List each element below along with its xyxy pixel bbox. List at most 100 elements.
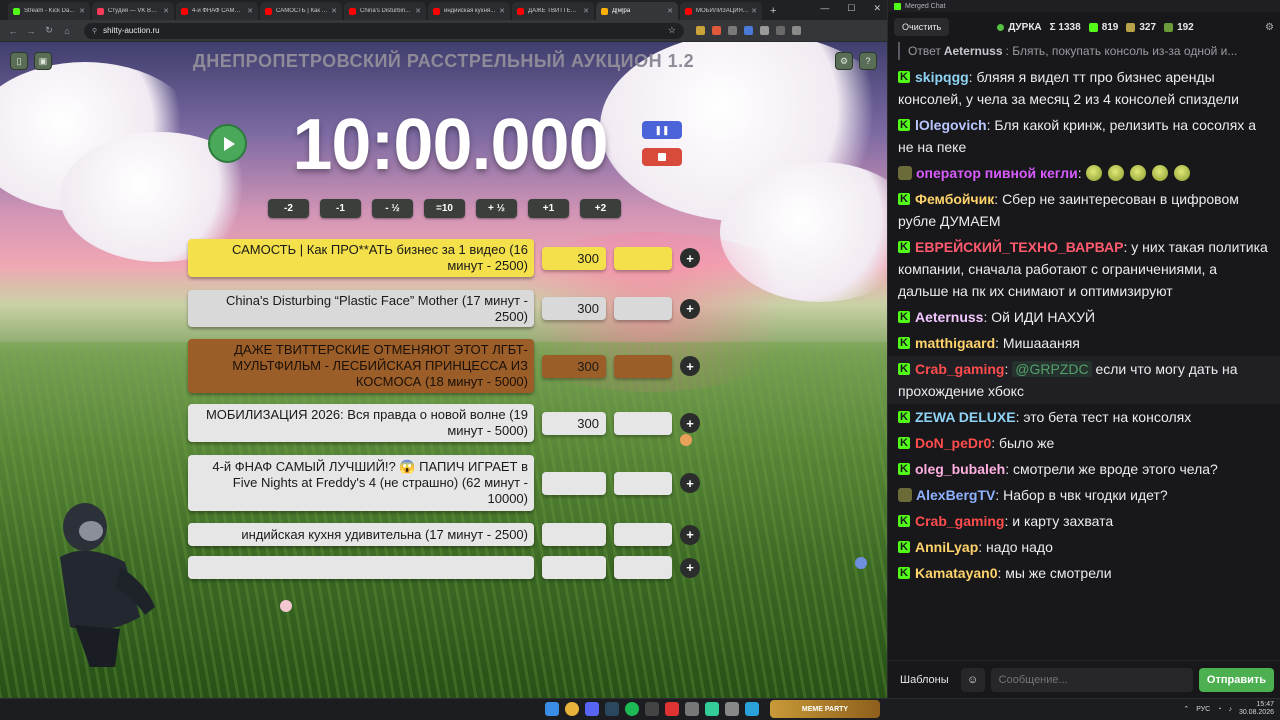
chat-username[interactable]: AnniLyap (915, 539, 978, 555)
tab-close-icon[interactable]: ✕ (163, 7, 169, 15)
lot-name[interactable]: САМОСТЬ | Как ПРО**АТЬ бизнес за 1 видео… (188, 239, 534, 277)
chat-username[interactable]: oleg_bubaleh (915, 461, 1005, 477)
lot-amount-input[interactable]: 300 (542, 297, 606, 320)
extension-icon[interactable] (696, 26, 705, 35)
lot-name[interactable]: ДАЖЕ ТВИТТЕРСКИЕ ОТМЕНЯЮТ ЭТОТ ЛГБТ-МУЛЬ… (188, 339, 534, 393)
lot-add-amount-input[interactable] (614, 411, 672, 435)
lot-name[interactable]: China's Disturbing “Plastic Face” Mother… (188, 290, 534, 327)
timer-adjust-button[interactable]: =10 (424, 199, 465, 218)
pause-button[interactable]: ❚❚ (642, 121, 682, 139)
downloads-icon[interactable] (776, 26, 785, 35)
site-info-icon[interactable]: ⚲ (92, 27, 97, 35)
tab-close-icon[interactable]: ✕ (247, 7, 253, 15)
lot-amount-input[interactable]: 300 (542, 354, 606, 378)
lot-add-amount-input[interactable] (614, 523, 672, 546)
lot-amount-input[interactable]: 300 (542, 246, 606, 270)
timer-adjust-button[interactable]: - ½ (372, 199, 413, 218)
lot-add-amount-input[interactable] (614, 471, 672, 495)
spotify-icon[interactable] (625, 702, 639, 716)
lot-amount-input[interactable]: 300 (542, 411, 606, 435)
timer-adjust-button[interactable]: + ½ (476, 199, 517, 218)
lot-plus-button[interactable]: + (680, 524, 700, 545)
browser-tab[interactable]: МОБИЛИЗАЦИЯ... ✕ (680, 2, 762, 20)
lot-plus-button[interactable]: + (680, 413, 700, 433)
chat-mention[interactable]: @GRPZDC (1012, 361, 1092, 377)
tab-close-icon[interactable]: ✕ (499, 7, 505, 15)
browser-tab[interactable]: Stream - Kick Da... ✕ (8, 2, 90, 20)
lot-add-amount-input[interactable] (614, 246, 672, 270)
timer-adjust-button[interactable]: -1 (320, 199, 361, 218)
chat-username[interactable]: AlexBergTV (916, 487, 995, 503)
bookmark-star-icon[interactable]: ☆ (668, 25, 676, 36)
lot-plus-button[interactable]: + (680, 356, 700, 376)
lot-name[interactable]: индийская кухня удивительна (17 минут - … (188, 523, 534, 546)
lot-amount-input[interactable] (542, 556, 606, 579)
lot-add-amount-input[interactable] (614, 297, 672, 320)
chat-username[interactable]: Aeternuss (915, 309, 983, 325)
chat-username[interactable]: ZEWA DELUXE (915, 409, 1016, 425)
address-bar[interactable]: ⚲ shitty-auction.ru ☆ (84, 22, 684, 39)
lot-plus-button[interactable]: + (680, 298, 700, 319)
reload-icon[interactable]: ↻ (42, 25, 56, 36)
browser-tab[interactable]: ДАЖЕ ТВИТТЕРС... ✕ (512, 2, 594, 20)
send-button[interactable]: Отправить (1198, 667, 1274, 692)
emoji-icon[interactable]: ☺ (960, 667, 985, 692)
chat-username[interactable]: оператор пивной кегли (916, 165, 1078, 181)
app-icon[interactable] (725, 702, 739, 716)
tab-close-icon[interactable]: ✕ (583, 7, 589, 15)
tab-close-icon[interactable]: ✕ (667, 7, 673, 15)
lot-add-amount-input[interactable] (614, 556, 672, 579)
extension-icon[interactable] (760, 26, 769, 35)
obs-icon[interactable] (645, 702, 659, 716)
discord-icon[interactable] (585, 702, 599, 716)
lot-name[interactable] (188, 556, 534, 579)
language-indicator[interactable]: РУС (1196, 706, 1210, 713)
lot-plus-button[interactable]: + (680, 557, 700, 578)
maximize-icon[interactable]: ☐ (847, 3, 855, 14)
browser-tab[interactable]: Студия — VK Вид... ✕ (92, 2, 174, 20)
lot-name[interactable]: МОБИЛИЗАЦИЯ 2026: Вся правда о новой вол… (188, 404, 534, 442)
app-icon[interactable] (685, 702, 699, 716)
stop-button[interactable] (642, 148, 682, 166)
browser-tab[interactable]: Д[м]ра ✕ (596, 2, 678, 20)
chat-username[interactable]: Crab_gaming (915, 361, 1004, 377)
tab-close-icon[interactable]: ✕ (751, 7, 757, 15)
start-icon[interactable] (545, 702, 559, 716)
lot-amount-input[interactable] (542, 523, 606, 546)
tray-expand-icon[interactable]: ⌃ (1183, 705, 1189, 713)
templates-button[interactable]: Шаблоны (894, 670, 955, 690)
lot-add-amount-input[interactable] (614, 354, 672, 378)
minimize-icon[interactable]: — (820, 3, 829, 14)
chat-username[interactable]: matthigaard (915, 335, 995, 351)
lot-amount-input[interactable] (542, 471, 606, 495)
app-icon[interactable] (705, 702, 719, 716)
play-button[interactable] (208, 124, 247, 163)
extension-icon[interactable] (728, 26, 737, 35)
lot-plus-button[interactable]: + (680, 248, 700, 268)
timer-adjust-button[interactable]: +1 (528, 199, 569, 218)
chat-username[interactable]: skipqgg (915, 69, 969, 85)
forward-icon[interactable]: → (24, 26, 38, 36)
help-icon[interactable]: ? (859, 52, 877, 70)
telegram-icon[interactable] (745, 702, 759, 716)
volume-icon[interactable]: ♪ (1228, 706, 1232, 713)
lot-plus-button[interactable]: + (680, 473, 700, 493)
tab-close-icon[interactable]: ✕ (79, 7, 85, 15)
home-icon[interactable]: ⌂ (60, 26, 74, 36)
steam-icon[interactable] (605, 702, 619, 716)
browser-tab[interactable]: САМОСТЬ | Как П... ✕ (260, 2, 342, 20)
chat-username[interactable]: Kamatayan0 (915, 565, 998, 581)
message-input[interactable] (990, 667, 1193, 692)
close-icon[interactable]: ✕ (873, 3, 881, 14)
clear-chat-button[interactable]: Очистить (894, 18, 950, 36)
chat-settings-gear-icon[interactable]: ⚙ (1265, 22, 1274, 33)
extension-icon[interactable] (744, 26, 753, 35)
chat-username[interactable]: Crab_gaming (915, 513, 1004, 529)
reply-preview[interactable]: Ответ Aeternuss : Блять, покупать консол… (898, 42, 1270, 60)
profile-icon[interactable] (792, 26, 801, 35)
timer-adjust-button[interactable]: -2 (268, 199, 309, 218)
meme-party-widget[interactable]: МЕМЕ PARTY (770, 700, 880, 718)
chat-username[interactable]: lOlegovich (915, 117, 987, 133)
lot-name[interactable]: 4-й ФНАФ САМЫЙ ЛУЧШИЙ!? 😱 ПАПИЧ ИГРАЕТ в… (188, 455, 534, 511)
browser-tab[interactable]: 4-й ФНАФ САМЫ... ✕ (176, 2, 258, 20)
